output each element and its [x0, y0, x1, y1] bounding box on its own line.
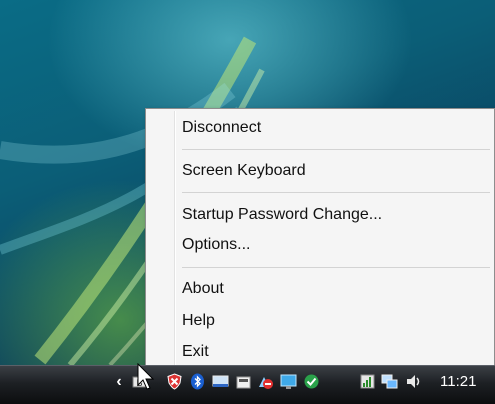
disconnect-icon[interactable] [257, 373, 274, 390]
network-computers-icon[interactable] [381, 373, 398, 390]
menu-separator [182, 267, 490, 268]
wireless-signal-icon[interactable] [359, 373, 376, 390]
menu-item-screen-keyboard[interactable]: Screen Keyboard [182, 158, 306, 184]
volume-icon[interactable] [405, 373, 422, 390]
menu-item-help[interactable]: Help [182, 308, 215, 334]
taskbar: ‹ B 1 [0, 365, 495, 404]
bluetooth-icon[interactable] [189, 373, 206, 390]
menu-item-startup-password-change[interactable]: Startup Password Change... [182, 202, 382, 228]
check-icon[interactable] [303, 373, 320, 390]
context-menu: Disconnect Screen Keyboard Startup Passw… [145, 108, 495, 373]
menu-item-options[interactable]: Options... [182, 232, 250, 258]
menu-item-exit[interactable]: Exit [182, 339, 209, 365]
security-shield-icon[interactable] [166, 373, 183, 390]
display-icon[interactable] [212, 373, 229, 390]
menu-separator [182, 192, 490, 193]
chevron-left-icon[interactable]: ‹ [112, 372, 126, 392]
menu-item-disconnect[interactable]: Disconnect [182, 115, 261, 141]
device-icon[interactable] [235, 373, 252, 390]
menu-item-about[interactable]: About [182, 276, 224, 302]
menu-separator [182, 149, 490, 150]
mouse-cursor-icon [137, 363, 155, 390]
monitor-icon[interactable] [280, 373, 297, 390]
clock[interactable]: 11:21 [440, 373, 476, 391]
menu-icon-gutter [174, 111, 176, 370]
